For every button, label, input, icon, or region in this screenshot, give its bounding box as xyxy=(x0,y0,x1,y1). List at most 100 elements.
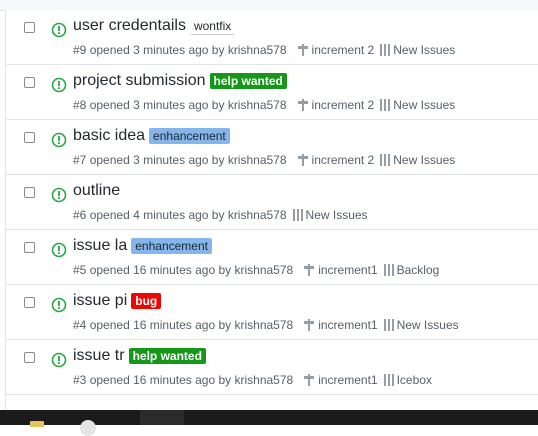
issue-row[interactable]: project submission help wanted #8 opened… xyxy=(6,65,538,120)
project-icon xyxy=(383,264,394,276)
issue-meta: #6 opened 4 minutes ago by krishna578 Ne… xyxy=(73,208,368,222)
issue-checkbox[interactable] xyxy=(24,77,35,88)
issue-checkbox[interactable] xyxy=(24,297,35,308)
issue-label[interactable]: bug xyxy=(131,293,162,309)
milestone-link[interactable]: increment 2 xyxy=(297,153,374,167)
issue-label[interactable]: enhancement xyxy=(149,128,230,144)
issue-author[interactable]: krishna578 xyxy=(228,208,287,222)
issue-opened-icon xyxy=(51,297,67,313)
issue-row[interactable]: user credentails wontfix #9 opened 3 min… xyxy=(6,10,538,65)
milestone-link[interactable]: increment1 xyxy=(303,263,378,277)
issue-number: #7 xyxy=(73,153,87,167)
milestone-icon xyxy=(304,374,315,386)
project-link[interactable]: New Issues xyxy=(380,98,455,112)
issue-title[interactable]: outline xyxy=(73,182,120,200)
project-column: New Issues xyxy=(305,208,368,222)
project-link[interactable]: New Issues xyxy=(292,208,368,222)
milestone-name: increment 2 xyxy=(311,98,375,112)
milestone-link[interactable]: increment 2 xyxy=(297,43,375,57)
issue-checkbox[interactable] xyxy=(24,187,35,198)
issue-checkbox[interactable] xyxy=(24,352,35,363)
project-column: New Issues xyxy=(396,318,459,332)
issue-row[interactable]: issue pi bug #4 opened 16 minutes ago by… xyxy=(6,285,538,340)
project-link[interactable]: New Issues xyxy=(380,43,455,57)
project-link[interactable]: Icebox xyxy=(383,373,432,387)
issue-row[interactable]: outline #6 opened 4 minutes ago by krish… xyxy=(6,175,538,230)
issue-title[interactable]: basic idea xyxy=(73,127,145,145)
milestone-link[interactable]: increment1 xyxy=(303,373,378,387)
file-explorer-icon[interactable] xyxy=(30,421,44,427)
issue-title-line: outline xyxy=(73,182,120,200)
issue-title-line: project submission help wanted xyxy=(73,72,287,90)
milestone-icon xyxy=(304,319,315,331)
issue-checkbox[interactable] xyxy=(24,242,35,253)
issue-author[interactable]: krishna578 xyxy=(235,373,294,387)
issue-row[interactable]: issue tr help wanted #3 opened 16 minute… xyxy=(6,340,538,395)
issue-author[interactable]: krishna578 xyxy=(228,43,287,57)
project-column: Backlog xyxy=(396,263,440,277)
project-link[interactable]: New Issues xyxy=(383,318,459,332)
project-column: New Issues xyxy=(393,153,456,167)
milestone-name: increment 2 xyxy=(311,43,375,57)
project-link[interactable]: New Issues xyxy=(380,153,455,167)
milestone-link[interactable]: increment1 xyxy=(303,318,378,332)
issue-number: #4 xyxy=(73,318,87,332)
issue-title-line: basic idea enhancement xyxy=(73,127,230,145)
issue-opened-text: opened 3 minutes ago by xyxy=(89,43,225,57)
taskbar-app-slot[interactable] xyxy=(140,410,184,425)
issue-author[interactable]: krishna578 xyxy=(235,318,294,332)
issue-checkbox[interactable] xyxy=(24,132,35,143)
issue-title[interactable]: issue tr xyxy=(73,347,125,365)
issue-number: #5 xyxy=(73,263,87,277)
issue-opened-icon xyxy=(51,77,67,93)
project-icon xyxy=(380,99,391,111)
milestone-name: increment1 xyxy=(318,373,378,387)
issue-title[interactable]: issue pi xyxy=(73,292,127,310)
issue-meta: #5 opened 16 minutes ago by krishna578 i… xyxy=(73,263,439,277)
milestone-icon xyxy=(297,99,308,111)
browser-icon[interactable] xyxy=(80,420,96,436)
project-icon xyxy=(292,209,303,221)
issue-opened-icon xyxy=(51,242,67,258)
issue-number: #9 xyxy=(73,43,87,57)
project-icon xyxy=(383,319,394,331)
issue-list: user credentails wontfix #9 opened 3 min… xyxy=(5,10,538,410)
issue-number: #3 xyxy=(73,373,87,387)
issue-label[interactable]: help wanted xyxy=(128,348,206,364)
taskbar xyxy=(0,410,538,436)
project-column: Icebox xyxy=(396,373,432,387)
issue-author[interactable]: krishna578 xyxy=(228,153,287,167)
project-column: New Issues xyxy=(393,43,456,57)
issue-meta: #3 opened 16 minutes ago by krishna578 i… xyxy=(73,373,432,387)
issue-opened-text: opened 16 minutes ago by xyxy=(89,318,232,332)
project-column: New Issues xyxy=(393,98,456,112)
issue-meta: #9 opened 3 minutes ago by krishna578 in… xyxy=(73,43,455,57)
issue-label[interactable]: help wanted xyxy=(209,73,287,89)
issue-opened-text: opened 4 minutes ago by xyxy=(89,208,225,222)
issue-opened-icon xyxy=(51,352,67,368)
issue-row[interactable]: basic idea enhancement #7 opened 3 minut… xyxy=(6,120,538,175)
issue-opened-icon xyxy=(51,22,67,38)
issue-meta: #4 opened 16 minutes ago by krishna578 i… xyxy=(73,318,459,332)
issue-opened-text: opened 3 minutes ago by xyxy=(89,98,225,112)
issue-checkbox[interactable] xyxy=(24,22,35,33)
issue-opened-text: opened 3 minutes ago by xyxy=(89,153,225,167)
issue-number: #6 xyxy=(73,208,87,222)
issue-opened-icon xyxy=(51,187,67,203)
project-icon xyxy=(380,154,391,166)
milestone-icon xyxy=(297,154,308,166)
issue-title[interactable]: user credentails xyxy=(73,17,186,35)
project-link[interactable]: Backlog xyxy=(383,263,440,277)
project-icon xyxy=(383,374,394,386)
issue-author[interactable]: krishna578 xyxy=(235,263,294,277)
issue-title[interactable]: issue la xyxy=(73,237,127,255)
milestone-link[interactable]: increment 2 xyxy=(297,98,375,112)
issue-title[interactable]: project submission xyxy=(73,72,206,90)
issue-label[interactable]: wontfix xyxy=(189,17,236,35)
issue-opened-icon xyxy=(51,132,67,148)
issue-opened-text: opened 16 minutes ago by xyxy=(89,263,232,277)
issue-row[interactable]: issue la enhancement #5 opened 16 minute… xyxy=(6,230,538,285)
issue-label[interactable]: enhancement xyxy=(131,238,212,254)
milestone-name: increment1 xyxy=(318,318,378,332)
issue-author[interactable]: krishna578 xyxy=(228,98,287,112)
